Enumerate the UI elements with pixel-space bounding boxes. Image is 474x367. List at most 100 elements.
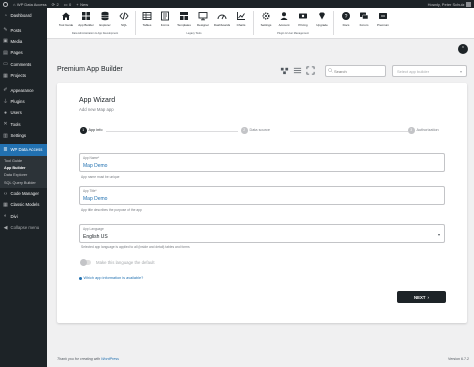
comment-icon: ▭: [63, 1, 68, 7]
app-info-help-link[interactable]: Which app information is available?: [79, 276, 143, 280]
updates-link[interactable]: ⟳ 2: [52, 2, 59, 7]
dashboard-icon: ◔: [3, 12, 8, 19]
plus-icon: +: [76, 1, 79, 7]
sidebar-item-media[interactable]: ▣ Media: [0, 36, 47, 47]
code-icon: ‹›: [3, 190, 8, 197]
page-title: Premium App Builder: [57, 66, 123, 73]
sidebar-item-posts[interactable]: ✎ Posts: [0, 24, 47, 35]
app-language-helper: Selected app language is applied to all …: [81, 245, 190, 249]
templates-icon: [180, 12, 188, 20]
wordpress-logo-icon[interactable]: [3, 1, 8, 7]
wrench-icon: ✕: [3, 121, 8, 128]
database-icon: ≣: [3, 146, 8, 153]
app-builder-select[interactable]: Select app builder ▾: [392, 65, 467, 77]
step-authorization: 3 Authorization: [408, 127, 441, 134]
sidebar-item-divi[interactable]: ◐ Divi: [0, 211, 47, 222]
account-menu[interactable]: Howdy, Peter Schulz: [427, 1, 471, 7]
wizard-title: App Wizard: [79, 97, 116, 104]
table-icon: ▦: [3, 201, 8, 208]
sidebar-item-projects[interactable]: ▦ Projects: [0, 70, 47, 81]
scroll-top-button[interactable]: ⌃: [458, 44, 468, 54]
chevron-up-icon: ⌃: [460, 46, 466, 52]
app-name-field[interactable]: App Name* Map Demo: [79, 153, 445, 172]
submenu-item-data-explorer[interactable]: Data Explorer: [0, 172, 47, 179]
designer-icon: [198, 12, 208, 21]
comments-link[interactable]: ▭ 0: [64, 2, 72, 7]
default-language-toggle[interactable]: [80, 259, 91, 266]
sidebar-item-users[interactable]: ● Users: [0, 107, 47, 118]
database-icon: [101, 11, 109, 21]
sidebar-item-comments[interactable]: ▭ Comments: [0, 59, 47, 70]
home-icon: [62, 12, 70, 20]
app-title-field[interactable]: App Title* Map Demo: [79, 186, 445, 205]
svg-text:?: ?: [345, 14, 348, 20]
divi-icon: ◐: [3, 213, 8, 220]
media-icon: ▣: [3, 38, 8, 45]
comments-count: 0: [69, 1, 72, 7]
footer-version: Version 6.7.2: [448, 357, 469, 361]
app-language-select[interactable]: App Language English US ▾: [79, 224, 445, 243]
sidebar-item-appearance[interactable]: ✐ Appearance: [0, 84, 47, 95]
new-content-link[interactable]: + New: [76, 2, 88, 7]
chart-icon: [237, 12, 245, 20]
toggle-knob: [80, 259, 87, 266]
select-placeholder: Select app builder: [397, 68, 430, 74]
dashboard-icon: [217, 14, 227, 20]
avatar: [466, 1, 471, 7]
pin-icon: ✎: [3, 27, 8, 34]
toolbar-upgrade-button[interactable]: Upgrade: [311, 11, 333, 27]
collapse-menu-button[interactable]: ◀ Collapse menu: [0, 222, 47, 233]
sidebar-item-classic-models[interactable]: ▦ Classic Models: [0, 199, 47, 210]
site-name-link[interactable]: ⌂ WP Data Access: [13, 2, 47, 7]
submenu-item-tool-guide[interactable]: Tool Guide: [0, 157, 47, 164]
sidebar-item-settings[interactable]: ▥ Settings: [0, 130, 47, 141]
plugin-icon: ⏚: [3, 98, 9, 105]
sidebar-item-dashboard[interactable]: ◔ Dashboard: [0, 10, 47, 21]
submenu-item-app-builder[interactable]: App Builder: [0, 164, 47, 171]
sidebar-item-tools[interactable]: ✕ Tools: [0, 119, 47, 130]
search-icon: [328, 68, 333, 73]
expand-icon[interactable]: [306, 66, 315, 75]
gear-icon: [262, 12, 270, 20]
app-name-helper: App name must be unique: [81, 175, 120, 179]
app-language-label: App Language: [83, 226, 104, 231]
app-title-value: Map Demo: [83, 196, 108, 202]
user-icon: ●: [3, 109, 8, 116]
toolbar-group-label: Legacy Tools: [186, 32, 202, 35]
app-title-helper: App title describes the purpose of the a…: [81, 208, 142, 212]
apps-icon: [82, 12, 90, 20]
search-input[interactable]: [325, 65, 386, 77]
toolbar-charts-button[interactable]: Charts: [230, 11, 252, 27]
sidebar-item-code-manager[interactable]: ‹› Code Manager: [0, 188, 47, 199]
toolbar-sql-button[interactable]: SQL: [113, 11, 135, 27]
next-button[interactable]: NEXT ›: [397, 291, 446, 303]
toolbar-group-label: Plugin & User Management: [277, 32, 309, 35]
wordpress-link[interactable]: WordPress: [101, 357, 119, 361]
plugin-toolbar: Tool Guide App Builder Explorer SQL Tabl…: [47, 8, 474, 39]
upgrade-icon: [319, 12, 325, 20]
chevron-down-icon: ▾: [437, 232, 440, 237]
portfolio-icon: ▦: [3, 72, 8, 79]
docs-icon: ?: [342, 12, 350, 20]
app-name-label: App Name*: [83, 155, 100, 160]
comment-icon: ▭: [3, 61, 8, 68]
table-icon: [142, 12, 152, 20]
sidebar-item-pages[interactable]: ▤ Pages: [0, 47, 47, 58]
grid-view-icon[interactable]: [280, 66, 289, 75]
submenu-item-sql-query-builder[interactable]: SQL Query Builder: [0, 179, 47, 186]
toolbar-separator: [333, 11, 334, 35]
toolbar-separator: [253, 11, 254, 35]
toolbar-premium-button[interactable]: Premium: [372, 11, 394, 27]
pricing-icon: [299, 13, 307, 19]
howdy-label: Howdy, Peter Schulz: [427, 1, 465, 7]
submenu-wp-data-access: Tool Guide App Builder Data Explorer SQL…: [0, 155, 47, 188]
chevron-down-icon: ▾: [459, 68, 462, 74]
sidebar-item-plugins[interactable]: ⏚ Plugins: [0, 96, 47, 107]
list-view-icon[interactable]: [293, 66, 302, 75]
sidebar-item-wp-data-access[interactable]: ≣ WP Data Access: [0, 144, 47, 156]
toolbar-tool-guide-button[interactable]: Tool Guide: [55, 11, 77, 27]
code-icon: [119, 12, 129, 20]
info-icon: [79, 276, 82, 280]
admin-bar: ⌂ WP Data Access ⟳ 2 ▭ 0 + New Howdy, Pe…: [0, 0, 474, 8]
refresh-icon: ⟳: [51, 1, 55, 7]
